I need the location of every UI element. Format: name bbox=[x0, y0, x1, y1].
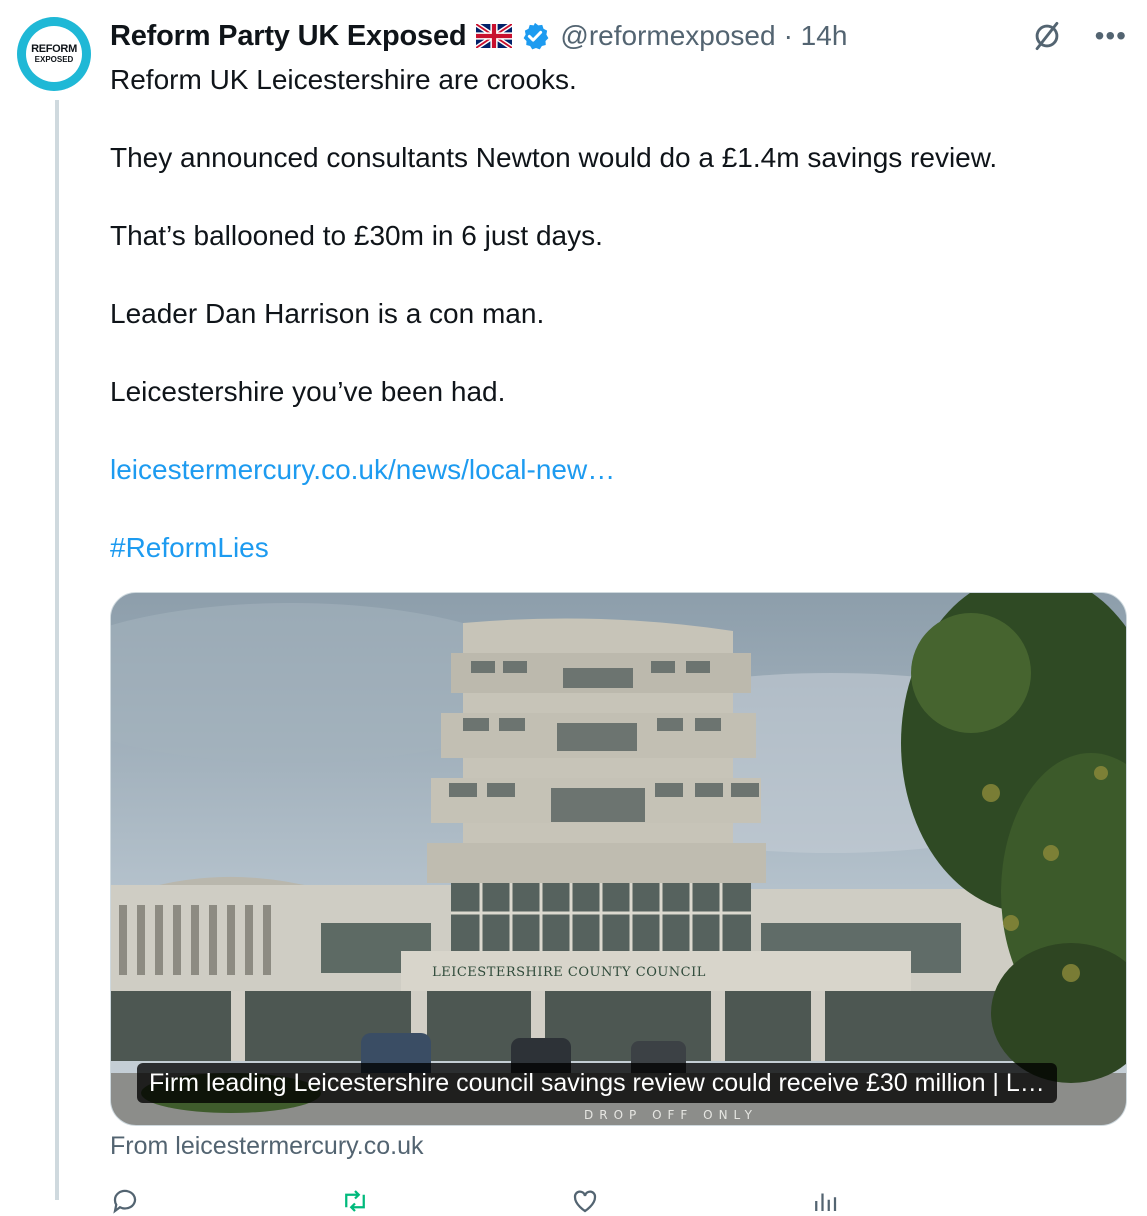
reply-button[interactable] bbox=[110, 1186, 140, 1216]
tweet-paragraph: Leicestershire you’ve been had. bbox=[110, 376, 506, 407]
author-handle[interactable]: @reformexposed bbox=[560, 20, 775, 52]
avatar-text-line1: REFORM bbox=[31, 43, 77, 55]
article-link[interactable]: leicestermercury.co.uk/news/local-new… bbox=[110, 450, 1120, 490]
tweet-paragraph: They announced consultants Newton would … bbox=[110, 142, 998, 173]
retweet-button[interactable] bbox=[340, 1186, 370, 1216]
tweet-paragraph: Reform UK Leicestershire are crooks. bbox=[110, 64, 577, 95]
tweet-body: Reform UK Leicestershire are crooks. The… bbox=[110, 60, 1120, 606]
avatar-text-line2: EXPOSED bbox=[34, 55, 74, 64]
card-caption: Firm leading Leicestershire council savi… bbox=[137, 1063, 1057, 1103]
more-icon[interactable]: ••• bbox=[1095, 22, 1127, 50]
like-button[interactable] bbox=[570, 1186, 600, 1216]
views-icon bbox=[815, 1193, 837, 1211]
header-actions: ••• bbox=[1029, 18, 1127, 54]
author-name[interactable]: Reform Party UK Exposed bbox=[110, 20, 467, 53]
views-button[interactable] bbox=[810, 1186, 840, 1216]
tweet-paragraph: That’s ballooned to £30m in 6 just days. bbox=[110, 220, 603, 251]
tweet-paragraph: Leader Dan Harrison is a con man. bbox=[110, 298, 545, 329]
uk-flag-icon bbox=[476, 24, 513, 48]
like-icon bbox=[573, 1190, 597, 1213]
retweet-icon bbox=[345, 1190, 365, 1212]
grok-icon[interactable] bbox=[1029, 18, 1065, 54]
avatar[interactable]: REFORM EXPOSED bbox=[17, 17, 91, 91]
card-source[interactable]: From leicestermercury.co.uk bbox=[110, 1132, 424, 1161]
thread-connector-line bbox=[55, 100, 59, 1200]
tweet-header: Reform Party UK Exposed @reformexposed ·… bbox=[110, 16, 847, 56]
link-preview-card[interactable]: LEICESTERSHIRE COUNTY COUNCIL DROP OFF O… bbox=[110, 592, 1127, 1126]
card-image: LEICESTERSHIRE COUNTY COUNCIL DROP OFF O… bbox=[111, 593, 1126, 1125]
hashtag-link[interactable]: #ReformLies bbox=[110, 528, 1120, 568]
building-sign: LEICESTERSHIRE COUNTY COUNCIL bbox=[432, 965, 706, 980]
road-marking: DROP OFF ONLY bbox=[584, 1108, 758, 1122]
reply-icon bbox=[113, 1189, 137, 1214]
tweet-actions bbox=[110, 1186, 1120, 1216]
post-time[interactable]: · 14h bbox=[784, 20, 848, 52]
verified-badge-icon bbox=[524, 22, 549, 50]
